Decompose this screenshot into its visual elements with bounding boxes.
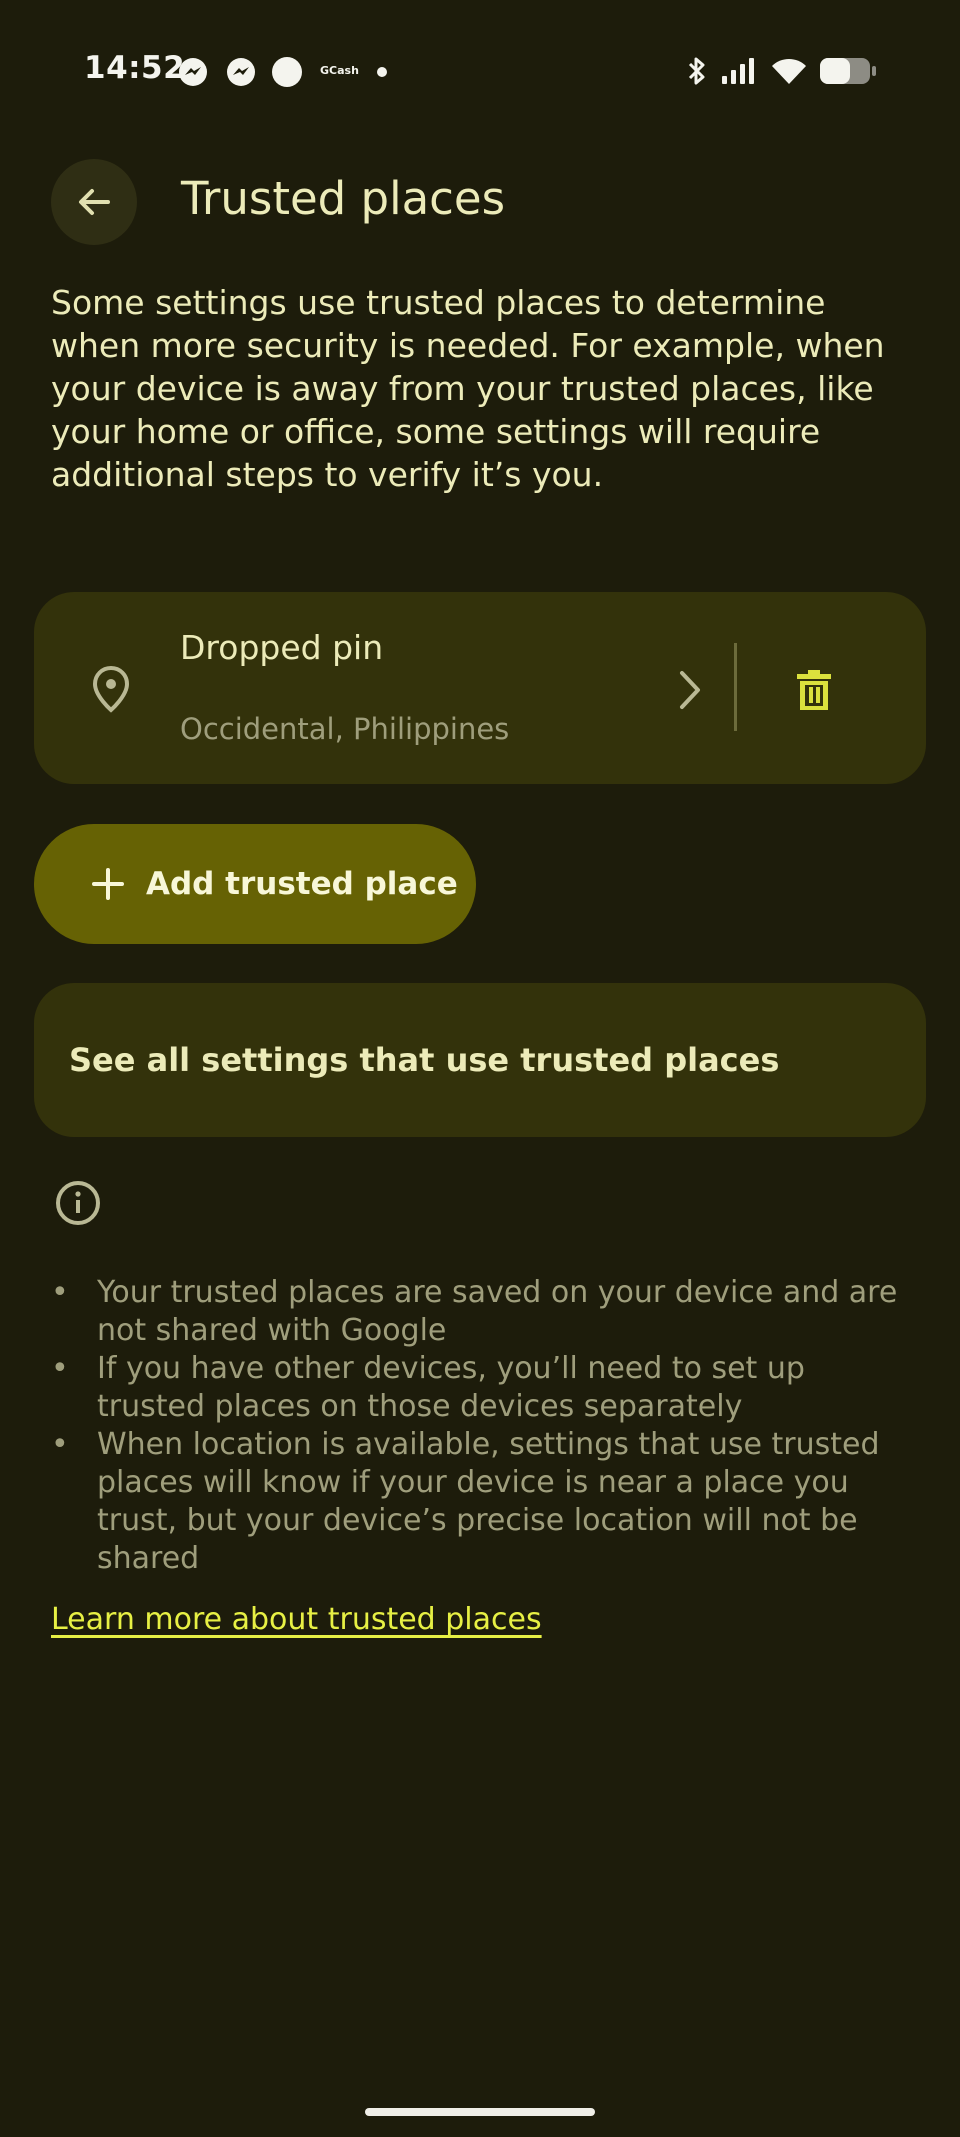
plus-icon <box>92 868 124 900</box>
arrow-back-icon <box>79 189 110 215</box>
bullet: • <box>51 1275 69 1310</box>
add-trusted-place-label: Add trusted place <box>146 866 458 902</box>
place-name: Dropped pin <box>180 628 384 667</box>
dot-icon <box>377 67 387 77</box>
back-button[interactable] <box>51 159 137 245</box>
circle-icon <box>272 57 302 87</box>
gcash-icon: GCash <box>320 64 359 77</box>
messenger-icon <box>179 58 207 86</box>
location-pin-icon <box>92 665 130 713</box>
description-text: Some settings use trusted places to dete… <box>51 283 885 494</box>
learn-more-link[interactable]: Learn more about trusted places <box>51 1602 542 1637</box>
page-title: Trusted places <box>181 172 506 225</box>
home-indicator[interactable] <box>365 2108 595 2116</box>
bullet: • <box>51 1427 69 1462</box>
bullet: • <box>51 1351 69 1386</box>
see-all-settings-button[interactable]: See all settings that use trusted places <box>34 983 926 1137</box>
wifi-icon <box>772 58 806 84</box>
chevron-right-icon[interactable] <box>677 669 703 711</box>
info-text: If you have other devices, you’ll need t… <box>97 1351 805 1424</box>
divider <box>734 643 737 731</box>
info-list-item: • When location is available, settings th… <box>51 1426 921 1578</box>
see-all-settings-label: See all settings that use trusted places <box>69 1041 780 1079</box>
battery-icon <box>820 58 876 84</box>
delete-button[interactable] <box>780 659 848 721</box>
info-text: When location is available, settings tha… <box>97 1427 880 1576</box>
info-icon <box>56 1181 100 1225</box>
info-text: Your trusted places are saved on your de… <box>97 1275 898 1348</box>
info-list: • Your trusted places are saved on your d… <box>51 1274 921 1578</box>
place-address: Occidental, Philippines <box>180 712 510 746</box>
status-time: 14:52 <box>84 50 186 86</box>
add-trusted-place-button[interactable]: Add trusted place <box>34 824 476 944</box>
bluetooth-icon <box>688 57 705 85</box>
trash-icon <box>797 670 831 710</box>
messenger-icon <box>227 58 255 86</box>
signal-icon <box>722 58 754 84</box>
info-list-item: • If you have other devices, you’ll need … <box>51 1350 921 1426</box>
info-list-item: • Your trusted places are saved on your d… <box>51 1274 921 1350</box>
